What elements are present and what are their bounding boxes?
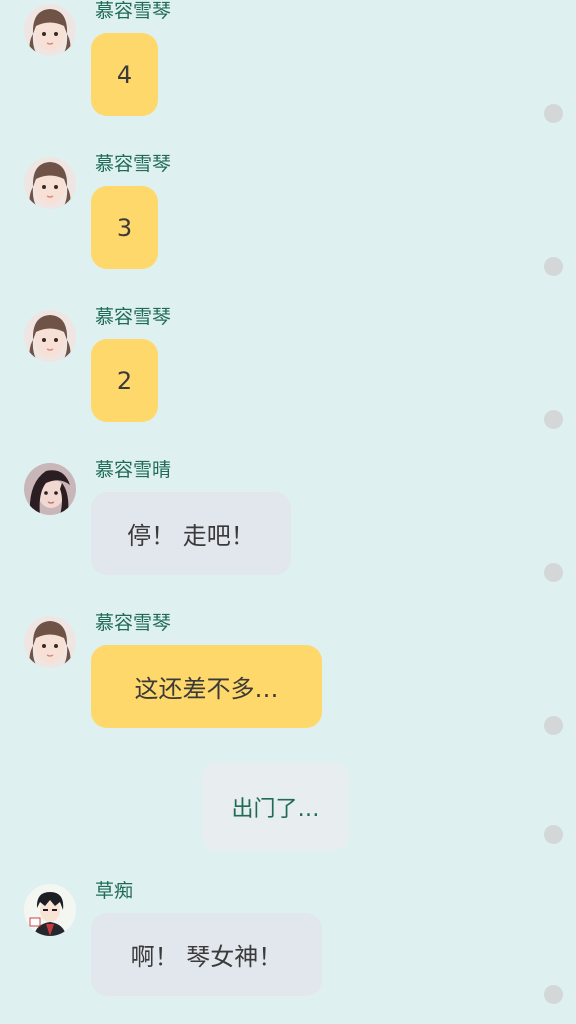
read-status-dot bbox=[544, 563, 563, 582]
sender-avatar[interactable] bbox=[24, 884, 76, 936]
sender-name: 慕容雪琴 bbox=[95, 0, 172, 22]
sender-name: 慕容雪琴 bbox=[95, 306, 172, 328]
sender-avatar[interactable] bbox=[24, 616, 76, 668]
sender-avatar[interactable] bbox=[24, 4, 76, 56]
sender-avatar[interactable] bbox=[24, 463, 76, 515]
message-bubble[interactable]: 啊！ 琴女神！ bbox=[91, 913, 322, 996]
read-status-dot bbox=[544, 716, 563, 735]
chat-transcript[interactable]: 慕容雪琴 4 慕容雪琴 3 慕容雪琴 2 慕容雪晴 停！ 走吧！ 慕容雪琴 这还… bbox=[0, 0, 576, 1024]
read-status-dot bbox=[544, 257, 563, 276]
message-bubble[interactable]: 4 bbox=[91, 33, 158, 116]
message-bubble[interactable]: 这还差不多… bbox=[91, 645, 322, 728]
read-status-dot bbox=[544, 825, 563, 844]
sender-name: 草痴 bbox=[95, 880, 134, 902]
message-bubble[interactable]: 2 bbox=[91, 339, 158, 422]
sender-avatar[interactable] bbox=[24, 310, 76, 362]
read-status-dot bbox=[544, 104, 563, 123]
message-bubble[interactable]: 停！ 走吧！ bbox=[91, 492, 291, 575]
sender-name: 慕容雪琴 bbox=[95, 153, 172, 175]
narration-bubble[interactable]: 出门了… bbox=[202, 763, 349, 851]
sender-name: 慕容雪琴 bbox=[95, 612, 172, 634]
sender-name: 慕容雪晴 bbox=[95, 459, 172, 481]
read-status-dot bbox=[544, 410, 563, 429]
message-bubble[interactable]: 3 bbox=[91, 186, 158, 269]
read-status-dot bbox=[544, 985, 563, 1004]
sender-avatar[interactable] bbox=[24, 157, 76, 209]
